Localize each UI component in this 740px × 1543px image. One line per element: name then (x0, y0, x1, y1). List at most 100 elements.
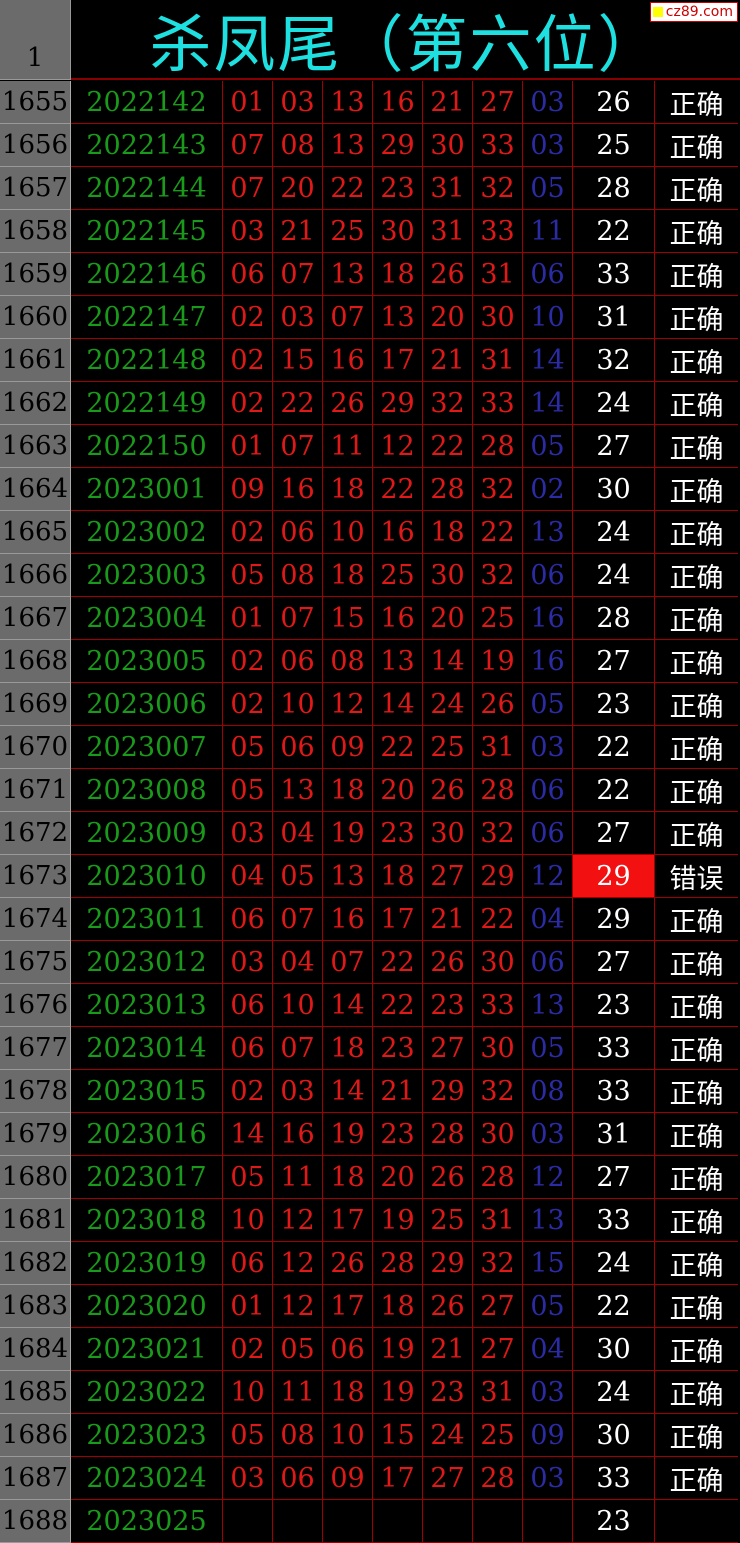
red-ball-cell[interactable]: 16 (373, 597, 423, 640)
red-ball-cell[interactable]: 05 (273, 1328, 323, 1371)
row-number[interactable]: 1677 (0, 1027, 71, 1070)
red-ball-cell[interactable]: 03 (273, 296, 323, 339)
red-ball-cell[interactable]: 25 (423, 1199, 473, 1242)
red-ball-cell[interactable]: 18 (323, 1027, 373, 1070)
red-ball-cell[interactable]: 30 (473, 296, 523, 339)
red-ball-cell[interactable]: 30 (423, 554, 473, 597)
red-ball-cell[interactable]: 27 (423, 1027, 473, 1070)
red-ball-cell[interactable]: 02 (223, 382, 273, 425)
red-ball-cell[interactable]: 31 (423, 167, 473, 210)
row-number[interactable]: 1679 (0, 1113, 71, 1156)
red-ball-cell[interactable]: 14 (323, 984, 373, 1027)
result-cell[interactable]: 错误 (655, 855, 738, 898)
result-cell[interactable]: 正确 (655, 1414, 738, 1457)
red-ball-cell[interactable]: 30 (473, 1027, 523, 1070)
red-ball-cell[interactable]: 12 (273, 1242, 323, 1285)
row-number[interactable]: 1666 (0, 554, 71, 597)
kill-number-cell[interactable]: 22 (573, 1285, 655, 1328)
red-ball-cell[interactable]: 19 (373, 1328, 423, 1371)
result-cell[interactable]: 正确 (655, 1285, 738, 1328)
issue-cell[interactable]: 2022150 (71, 425, 223, 468)
red-ball-cell[interactable]: 10 (323, 1414, 373, 1457)
blue-ball-cell[interactable]: 05 (523, 1285, 573, 1328)
red-ball-cell[interactable]: 12 (273, 1199, 323, 1242)
red-ball-cell[interactable]: 25 (323, 210, 373, 253)
row-number[interactable]: 1682 (0, 1242, 71, 1285)
red-ball-cell[interactable]: 22 (373, 726, 423, 769)
red-ball-cell[interactable]: 29 (373, 124, 423, 167)
red-ball-cell[interactable]: 20 (373, 769, 423, 812)
red-ball-cell[interactable] (273, 1500, 323, 1543)
issue-cell[interactable]: 2023005 (71, 640, 223, 683)
red-ball-cell[interactable]: 14 (423, 640, 473, 683)
red-ball-cell[interactable]: 03 (273, 81, 323, 124)
kill-number-cell[interactable]: 24 (573, 554, 655, 597)
red-ball-cell[interactable]: 19 (323, 812, 373, 855)
red-ball-cell[interactable]: 21 (273, 210, 323, 253)
red-ball-cell[interactable]: 23 (373, 167, 423, 210)
red-ball-cell[interactable] (373, 1500, 423, 1543)
red-ball-cell[interactable]: 16 (273, 1113, 323, 1156)
red-ball-cell[interactable]: 06 (273, 511, 323, 554)
red-ball-cell[interactable]: 13 (373, 640, 423, 683)
kill-number-cell[interactable]: 23 (573, 683, 655, 726)
result-cell[interactable]: 正确 (655, 726, 738, 769)
red-ball-cell[interactable]: 12 (273, 1285, 323, 1328)
red-ball-cell[interactable]: 32 (423, 382, 473, 425)
red-ball-cell[interactable]: 20 (423, 296, 473, 339)
red-ball-cell[interactable]: 33 (473, 984, 523, 1027)
red-ball-cell[interactable]: 11 (273, 1156, 323, 1199)
blue-ball-cell[interactable]: 13 (523, 1199, 573, 1242)
kill-number-cell[interactable]: 29 (573, 898, 655, 941)
red-ball-cell[interactable]: 01 (223, 425, 273, 468)
red-ball-cell[interactable]: 18 (373, 253, 423, 296)
red-ball-cell[interactable]: 03 (223, 1457, 273, 1500)
result-cell[interactable]: 正确 (655, 468, 738, 511)
row-number[interactable]: 1675 (0, 941, 71, 984)
red-ball-cell[interactable]: 28 (373, 1242, 423, 1285)
red-ball-cell[interactable]: 26 (423, 1285, 473, 1328)
kill-number-cell[interactable]: 33 (573, 1070, 655, 1113)
red-ball-cell[interactable]: 09 (323, 1457, 373, 1500)
result-cell[interactable]: 正确 (655, 1457, 738, 1500)
red-ball-cell[interactable]: 18 (423, 511, 473, 554)
red-ball-cell[interactable]: 03 (223, 210, 273, 253)
issue-cell[interactable]: 2022145 (71, 210, 223, 253)
red-ball-cell[interactable]: 17 (373, 1457, 423, 1500)
result-cell[interactable]: 正确 (655, 124, 738, 167)
red-ball-cell[interactable]: 23 (423, 1371, 473, 1414)
result-cell[interactable]: 正确 (655, 597, 738, 640)
result-cell[interactable]: 正确 (655, 1199, 738, 1242)
red-ball-cell[interactable]: 28 (473, 1457, 523, 1500)
kill-number-cell[interactable]: 33 (573, 253, 655, 296)
result-cell[interactable]: 正确 (655, 1070, 738, 1113)
blue-ball-cell[interactable]: 06 (523, 554, 573, 597)
red-ball-cell[interactable]: 02 (223, 296, 273, 339)
red-ball-cell[interactable] (323, 1500, 373, 1543)
kill-number-cell[interactable]: 28 (573, 597, 655, 640)
red-ball-cell[interactable]: 18 (373, 855, 423, 898)
red-ball-cell[interactable] (423, 1500, 473, 1543)
red-ball-cell[interactable]: 07 (273, 425, 323, 468)
issue-cell[interactable]: 2022147 (71, 296, 223, 339)
red-ball-cell[interactable]: 04 (273, 941, 323, 984)
issue-cell[interactable]: 2023013 (71, 984, 223, 1027)
red-ball-cell[interactable]: 05 (223, 769, 273, 812)
blue-ball-cell[interactable]: 03 (523, 81, 573, 124)
red-ball-cell[interactable]: 07 (273, 253, 323, 296)
row-number[interactable]: 1673 (0, 855, 71, 898)
red-ball-cell[interactable]: 13 (323, 81, 373, 124)
red-ball-cell[interactable]: 28 (473, 1156, 523, 1199)
red-ball-cell[interactable]: 29 (473, 855, 523, 898)
kill-number-cell[interactable]: 27 (573, 941, 655, 984)
red-ball-cell[interactable]: 03 (223, 812, 273, 855)
red-ball-cell[interactable]: 20 (423, 597, 473, 640)
row-number[interactable]: 1669 (0, 683, 71, 726)
red-ball-cell[interactable]: 07 (323, 296, 373, 339)
red-ball-cell[interactable]: 29 (423, 1070, 473, 1113)
red-ball-cell[interactable]: 31 (473, 253, 523, 296)
kill-number-cell[interactable]: 24 (573, 1371, 655, 1414)
red-ball-cell[interactable]: 26 (323, 382, 373, 425)
red-ball-cell[interactable]: 08 (323, 640, 373, 683)
red-ball-cell[interactable]: 32 (473, 554, 523, 597)
